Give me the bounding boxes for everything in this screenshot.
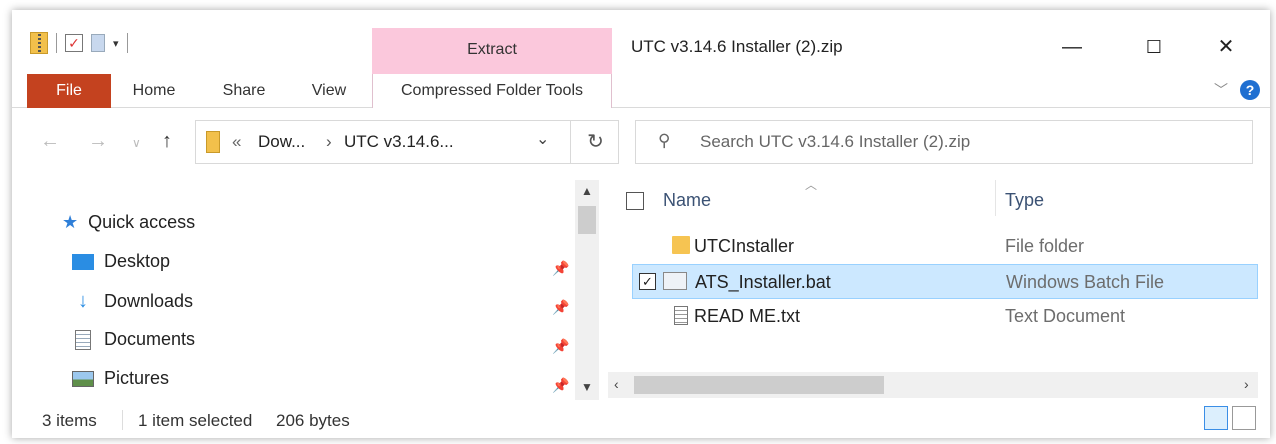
toolbar-separator	[126, 33, 128, 53]
nav-item-label: Documents	[104, 329, 196, 349]
pin-icon[interactable]: 📌	[552, 299, 569, 316]
minimize-button[interactable]: —	[1052, 32, 1092, 62]
nav-item-documents[interactable]: Documents	[72, 329, 195, 350]
file-type: Windows Batch File	[1006, 272, 1165, 292]
pin-icon[interactable]: 📌	[552, 260, 569, 277]
status-selection: 1 item selected	[138, 411, 253, 430]
close-button[interactable]: ✕	[1206, 32, 1246, 62]
file-type: File folder	[1005, 236, 1085, 256]
nav-item-downloads[interactable]: ↓ Downloads	[72, 290, 193, 313]
search-input[interactable]	[700, 129, 1220, 155]
maximize-button[interactable]: ☐	[1134, 32, 1174, 62]
address-overflow[interactable]: «	[232, 132, 241, 152]
sort-indicator-icon: ︿	[805, 178, 818, 192]
back-arrow-icon[interactable]: ←	[40, 130, 60, 153]
zip-folder-icon	[206, 131, 220, 153]
file-name: READ ME.txt	[694, 306, 801, 326]
scroll-left-icon[interactable]: ‹	[614, 376, 619, 392]
file-list-scrollbar[interactable]: ‹ ›	[608, 372, 1258, 398]
pictures-icon	[72, 370, 94, 387]
tab-share[interactable]: Share	[212, 74, 276, 108]
address-bar[interactable]: « Dow... › UTC v3.14.6... ⌄ ↻	[195, 120, 619, 164]
tab-home[interactable]: Home	[124, 74, 184, 108]
file-name: UTCInstaller	[694, 236, 795, 256]
navigation-pane: ★ Quick access Desktop ↓ Downloads Docum…	[12, 180, 602, 400]
file-type: Text Document	[1005, 306, 1126, 326]
nav-item-label: Downloads	[104, 291, 194, 311]
star-icon: ★	[62, 212, 79, 232]
forward-arrow-icon[interactable]: →	[88, 130, 108, 153]
nav-item-quick-access[interactable]: ★ Quick access	[62, 212, 195, 233]
pin-icon[interactable]: 📌	[552, 377, 569, 394]
row-checkbox[interactable]: ✓	[639, 273, 656, 290]
scroll-up-icon[interactable]: ▲	[575, 184, 599, 198]
file-row-ats-installer[interactable]: ✓ ATS_Installer.bat Windows Batch File	[632, 264, 1258, 299]
documents-icon	[75, 329, 91, 350]
nav-item-pictures[interactable]: Pictures	[72, 368, 169, 389]
file-row-readme[interactable]: READ ME.txt Text Document	[632, 299, 1258, 334]
details-view-icon[interactable]	[1204, 406, 1228, 430]
file-row-utcinstaller[interactable]: UTCInstaller File folder	[632, 229, 1258, 264]
breadcrumb-separator[interactable]: ›	[326, 132, 332, 152]
scroll-right-icon[interactable]: ›	[1244, 376, 1249, 392]
scrollbar-thumb[interactable]	[634, 376, 884, 394]
pin-icon[interactable]: 📌	[552, 338, 569, 355]
batch-file-icon	[663, 272, 687, 290]
scrollbar-thumb[interactable]	[578, 206, 596, 234]
tab-file[interactable]: File	[27, 74, 111, 108]
nav-pane-scrollbar[interactable]: ▲ ▼	[575, 180, 599, 400]
breadcrumb-current[interactable]: UTC v3.14.6...	[344, 132, 454, 152]
quick-access-toolbar: ✓ ▾	[30, 32, 128, 54]
status-item-count: 3 items	[42, 411, 97, 430]
status-bar: 3 items 1 item selected 206 bytes	[12, 402, 1270, 438]
scroll-down-icon[interactable]: ▼	[575, 380, 599, 394]
recent-locations-icon[interactable]: ∨	[132, 136, 141, 150]
column-header-name[interactable]: Name	[663, 180, 711, 220]
large-icons-view-icon[interactable]	[1232, 406, 1256, 430]
properties-icon[interactable]: ✓	[65, 34, 83, 52]
status-size: 206 bytes	[276, 411, 350, 430]
tab-compressed-folder-tools[interactable]: Compressed Folder Tools	[372, 74, 612, 108]
desktop-icon	[72, 253, 94, 270]
column-divider[interactable]	[995, 180, 996, 216]
new-folder-icon[interactable]	[91, 34, 105, 52]
zip-folder-icon	[30, 32, 48, 54]
search-box[interactable]: ⚲	[635, 120, 1253, 164]
toolbar-separator	[56, 33, 57, 53]
window-title: UTC v3.14.6 Installer (2).zip	[631, 37, 843, 56]
breadcrumb-downloads[interactable]: Dow...	[258, 132, 305, 152]
ribbon-controls: ﹀ ?	[1214, 80, 1260, 100]
nav-item-label: Pictures	[104, 368, 170, 388]
address-row: ← → ∨ ↑ « Dow... › UTC v3.14.6... ⌄ ↻ ⚲	[12, 108, 1270, 184]
select-all-checkbox[interactable]	[626, 180, 644, 220]
help-icon[interactable]: ?	[1240, 80, 1260, 100]
ribbon-tabs: File Home Share View Compressed Folder T…	[12, 74, 1270, 108]
nav-item-label: Desktop	[104, 251, 171, 271]
text-file-icon	[674, 306, 688, 325]
customize-toolbar-icon[interactable]: ▾	[113, 37, 119, 50]
nav-item-label: Quick access	[88, 212, 196, 232]
search-icon: ⚲	[658, 131, 671, 150]
address-dropdown-icon[interactable]: ⌄	[536, 129, 549, 149]
status-separator	[122, 410, 123, 430]
expand-ribbon-icon[interactable]: ﹀	[1214, 80, 1228, 100]
view-switcher	[1204, 406, 1256, 430]
folder-icon	[672, 236, 690, 254]
extract-contextual-tab[interactable]: Extract	[372, 41, 612, 59]
downloads-icon: ↓	[78, 290, 88, 312]
nav-item-desktop[interactable]: Desktop	[72, 251, 170, 272]
explorer-window: ✓ ▾ Extract UTC v3.14.6 Installer (2).zi…	[12, 10, 1270, 438]
tab-view[interactable]: View	[302, 74, 356, 108]
column-header-type[interactable]: Type	[1005, 180, 1044, 220]
refresh-icon[interactable]: ↻	[570, 121, 620, 163]
title-bar: ✓ ▾ Extract UTC v3.14.6 Installer (2).zi…	[12, 10, 1270, 74]
file-name: ATS_Installer.bat	[695, 272, 831, 292]
up-arrow-icon[interactable]: ↑	[162, 130, 172, 153]
